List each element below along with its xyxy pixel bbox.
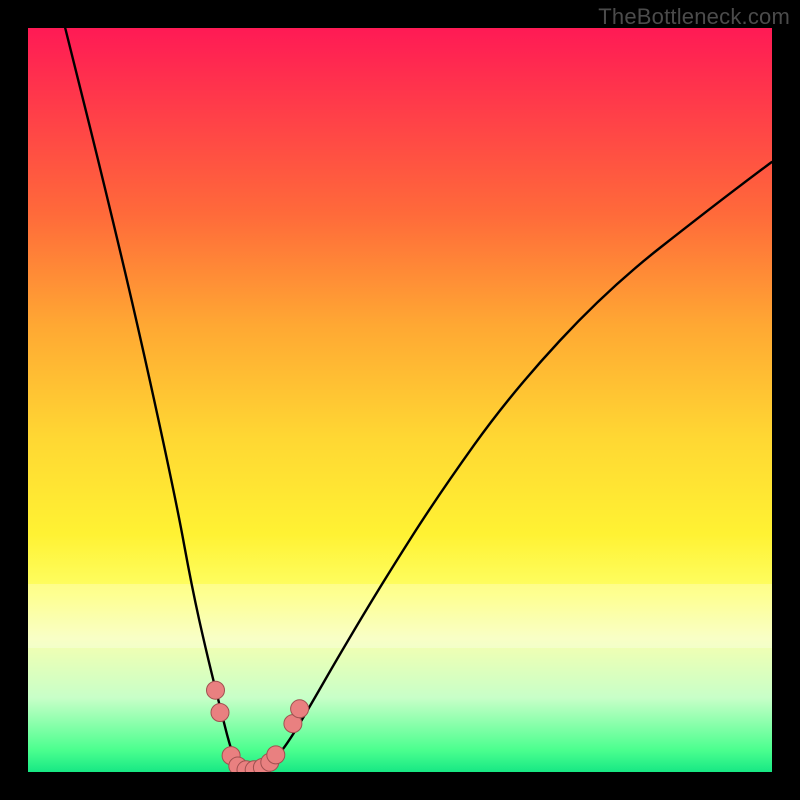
chart-frame xyxy=(28,28,772,772)
gradient-background xyxy=(28,28,772,772)
watermark-text: TheBottleneck.com xyxy=(598,4,790,30)
